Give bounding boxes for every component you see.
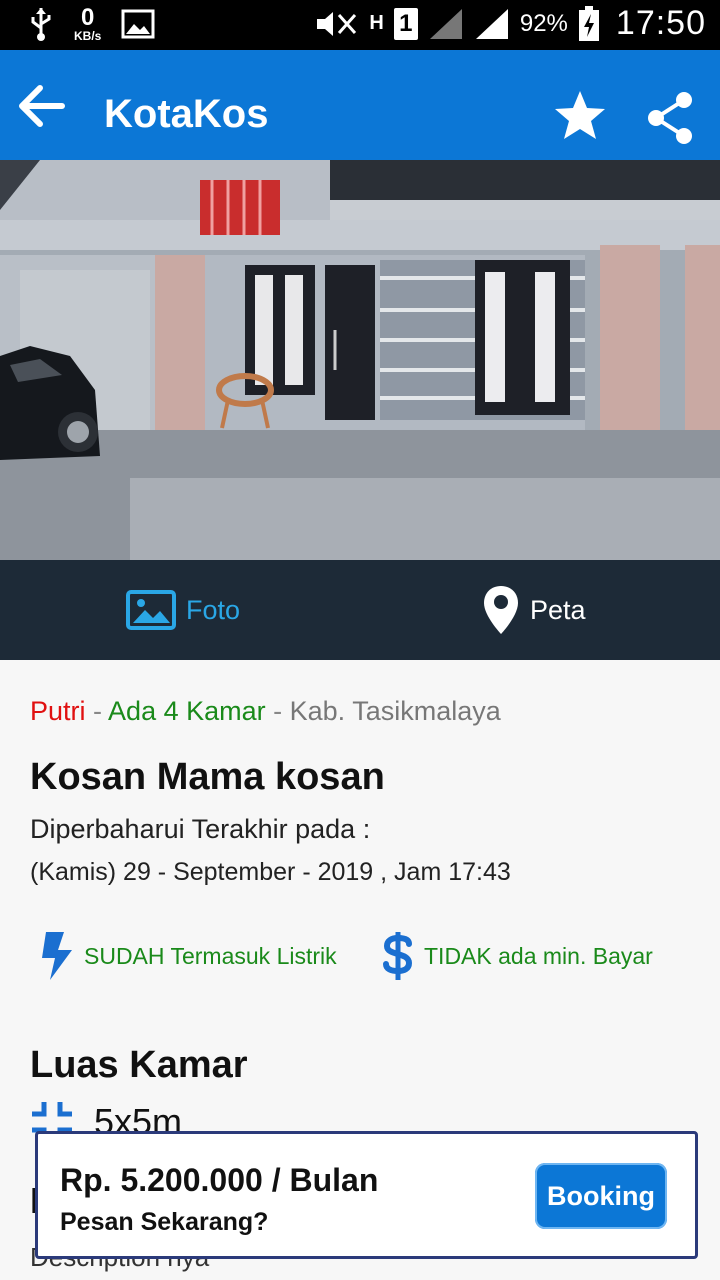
- dollar-icon: [383, 932, 413, 980]
- usb-icon: [31, 8, 51, 41]
- star-icon[interactable]: [552, 88, 608, 144]
- image-icon: [121, 9, 155, 39]
- rooms-available: Ada 4 Kamar: [108, 696, 266, 726]
- meta-separator: -: [85, 696, 109, 726]
- app-title: KotaKos: [104, 92, 269, 136]
- network-speed-unit: KB/s: [74, 29, 102, 43]
- tab-peta-label: Peta: [530, 594, 586, 625]
- tab-peta[interactable]: Peta: [482, 560, 586, 660]
- feature-electricity: SUDAH Termasuk Listrik: [40, 930, 337, 982]
- tab-foto[interactable]: Foto: [126, 560, 240, 660]
- battery-percent: 92%: [519, 9, 568, 37]
- meta-separator: -: [265, 696, 290, 726]
- price-label: Rp. 5.200.000 / Bulan: [60, 1162, 379, 1198]
- share-icon[interactable]: [642, 90, 698, 146]
- map-pin-icon: [484, 586, 518, 634]
- listing-title: Kosan Mama kosan: [30, 756, 385, 798]
- updated-date: (Kamis) 29 - September - 2019 , Jam 17:4…: [30, 858, 511, 886]
- mute-icon: [317, 11, 357, 36]
- room-size-title: Luas Kamar: [30, 1044, 248, 1086]
- signal-full-icon: [475, 8, 508, 39]
- photo-icon: [126, 590, 176, 630]
- status-time: 17:50: [615, 4, 706, 42]
- network-type: H: [369, 12, 384, 34]
- signal-icon: [429, 8, 462, 39]
- battery-charging-icon: [578, 5, 599, 41]
- booking-button[interactable]: Booking: [535, 1163, 667, 1229]
- lightning-icon: [42, 932, 72, 980]
- feature-min-payment: TIDAK ada min. Bayar: [382, 930, 653, 982]
- booking-prompt: Pesan Sekarang?: [60, 1208, 269, 1236]
- feature-electricity-label: SUDAH Termasuk Listrik: [84, 942, 337, 969]
- listing-meta: Putri - Ada 4 Kamar - Kab. Tasikmalaya: [30, 696, 501, 727]
- media-tabs: Foto Peta: [0, 560, 720, 660]
- price-card: Rp. 5.200.000 / Bulan Pesan Sekarang? Bo…: [35, 1131, 698, 1259]
- app-bar: KotaKos: [0, 50, 720, 160]
- tab-foto-label: Foto: [186, 594, 241, 625]
- gender-label: Putri: [30, 696, 86, 726]
- status-bar: 0 KB/s H 1 92% 17:50: [0, 0, 720, 50]
- kos-photo[interactable]: [0, 160, 720, 560]
- location-label: Kab. Tasikmalaya: [289, 696, 501, 726]
- sim-slot: 1: [393, 7, 418, 40]
- back-arrow-icon[interactable]: [16, 80, 68, 132]
- updated-label: Diperbaharui Terakhir pada :: [30, 814, 371, 844]
- network-speed: 0 KB/s: [74, 4, 102, 43]
- network-speed-value: 0: [80, 4, 95, 31]
- feature-min-payment-label: TIDAK ada min. Bayar: [424, 942, 653, 969]
